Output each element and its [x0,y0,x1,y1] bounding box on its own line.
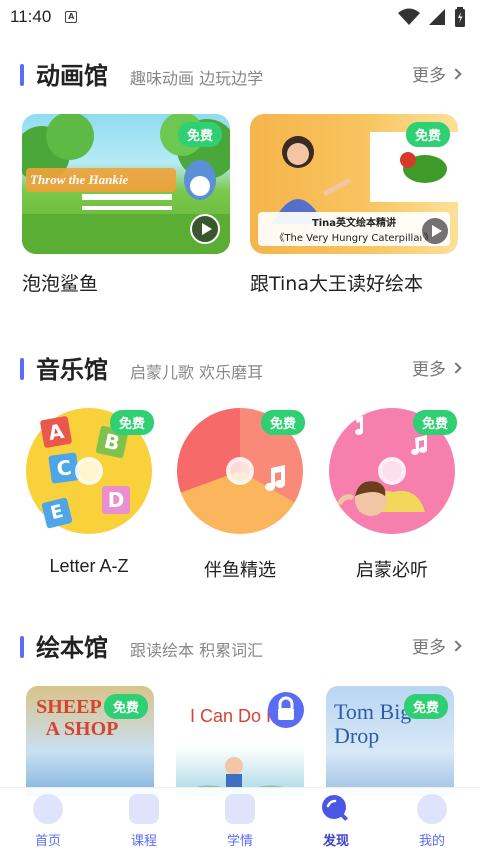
notification-icon: A [65,11,78,23]
more-link[interactable]: 更多 [412,61,462,86]
profile-icon [417,794,447,824]
free-badge: 免费 [405,122,450,147]
nav-item-course[interactable]: 课程 [96,788,192,853]
nav-item-home[interactable]: 首页 [0,788,96,853]
animation-title: 泡泡鲨鱼 [22,273,99,295]
more-label: 更多 [412,638,446,658]
letter-tile: D [102,486,130,514]
disc-center [75,457,103,485]
play-icon[interactable] [420,216,450,246]
nav-label: 我的 [418,834,445,849]
book-title: I Can Do It [190,706,277,726]
home-icon [33,794,63,824]
chevron-right-icon [450,67,462,80]
play-icon[interactable] [190,214,220,244]
status-bar: 11:40 A [0,0,480,34]
more-link[interactable]: 更多 [412,633,462,658]
music-section: 音乐馆 启蒙儿歌 欢乐磨耳 更多 A B C D E 免费 Letter A-Z… [0,350,480,580]
music-album[interactable]: 免费 伴鱼精选 [170,408,310,582]
signal-icon [429,9,445,25]
album-title: Letter A-Z [49,556,129,576]
album-title: 启蒙必听 [356,560,428,580]
status-time: 11:40 [10,7,52,26]
section-subtitle: 启蒙儿歌 欢乐磨耳 [130,363,264,382]
free-badge: 免费 [109,410,154,435]
animation-header: 动画馆 趣味动画 边玩边学 更多 [0,56,480,96]
free-badge: 免费 [177,122,222,147]
section-title: 动画馆 [36,62,108,90]
music-album[interactable]: A B C D E 免费 Letter A-Z [19,408,159,577]
lock-icon [268,692,304,728]
discover-icon [322,795,351,824]
more-label: 更多 [412,360,446,380]
music-album[interactable]: 免费 启蒙必听 [322,408,462,582]
thumbnail-caption: Tina英文绘本精讲 [311,218,397,229]
disc-center [378,457,406,485]
section-subtitle: 跟读绘本 积累词汇 [130,641,264,660]
section-accent-bar [20,64,24,86]
animation-section: 动画馆 趣味动画 边玩边学 更多 Throw the Hankie 免费 泡泡鲨… [0,56,480,295]
book-cover[interactable]: Tom Big Drop 免费 [326,686,454,796]
thumbnail-subcaption: 《The Very Hungry Caterpillar》 [274,233,434,244]
free-badge: 免费 [260,410,305,435]
album-disc: 免费 [177,408,305,534]
free-badge: 免费 [403,694,448,719]
nav-label: 发现 [322,834,349,849]
free-badge: 免费 [412,410,457,435]
nav-label: 学情 [226,834,253,849]
nav-item-profile[interactable]: 我的 [384,788,480,853]
nav-item-stats[interactable]: 学情 [192,788,288,853]
battery-icon [455,7,465,27]
letter-tile: A [39,415,73,449]
bottom-nav: 首页 课程 学情 发现 我的 [0,787,480,853]
section-accent-bar [20,358,24,380]
status-icons [398,7,466,27]
thumbnail-caption: Throw the Hankie [30,172,129,187]
album-title: 伴鱼精选 [204,560,276,580]
section-title: 绘本馆 [36,634,108,662]
animation-card[interactable]: Throw the Hankie 免费 泡泡鲨鱼 [22,114,230,296]
nav-item-discover[interactable]: 发现 [288,788,384,853]
animation-card[interactable]: Tina英文绘本精讲 《The Very Hungry Caterpillar》… [250,114,458,296]
wifi-icon [398,8,420,25]
course-icon [129,794,159,824]
chevron-right-icon [450,639,462,652]
book-cover[interactable]: SHEEP IN A SHOP 免费 [26,686,154,796]
books-section: 绘本馆 跟读绘本 积累词汇 更多 SHEEP IN A SHOP 免费 I Ca… [0,628,480,796]
chevron-right-icon [450,361,462,374]
disc-center [226,457,254,485]
music-note-icon [265,465,285,491]
stats-icon [225,794,255,824]
more-label: 更多 [412,66,446,86]
book-cover[interactable]: I Can Do It [176,686,304,796]
letter-tile: E [41,497,73,529]
section-subtitle: 趣味动画 边玩边学 [130,69,264,88]
books-header: 绘本馆 跟读绘本 积累词汇 更多 [0,628,480,668]
free-badge: 免费 [103,694,148,719]
more-link[interactable]: 更多 [412,355,462,380]
album-disc: A B C D E 免费 [26,408,154,534]
nav-label: 课程 [130,834,157,849]
nav-label: 首页 [34,834,61,849]
music-header: 音乐馆 启蒙儿歌 欢乐磨耳 更多 [0,350,480,390]
section-accent-bar [20,636,24,658]
animation-title: 跟Tina大王读好绘本 [250,273,423,295]
animation-thumbnail: Throw the Hankie 免费 [22,114,230,254]
album-disc: 免费 [329,408,457,534]
section-title: 音乐馆 [36,356,108,384]
animation-thumbnail: Tina英文绘本精讲 《The Very Hungry Caterpillar》… [250,114,458,254]
